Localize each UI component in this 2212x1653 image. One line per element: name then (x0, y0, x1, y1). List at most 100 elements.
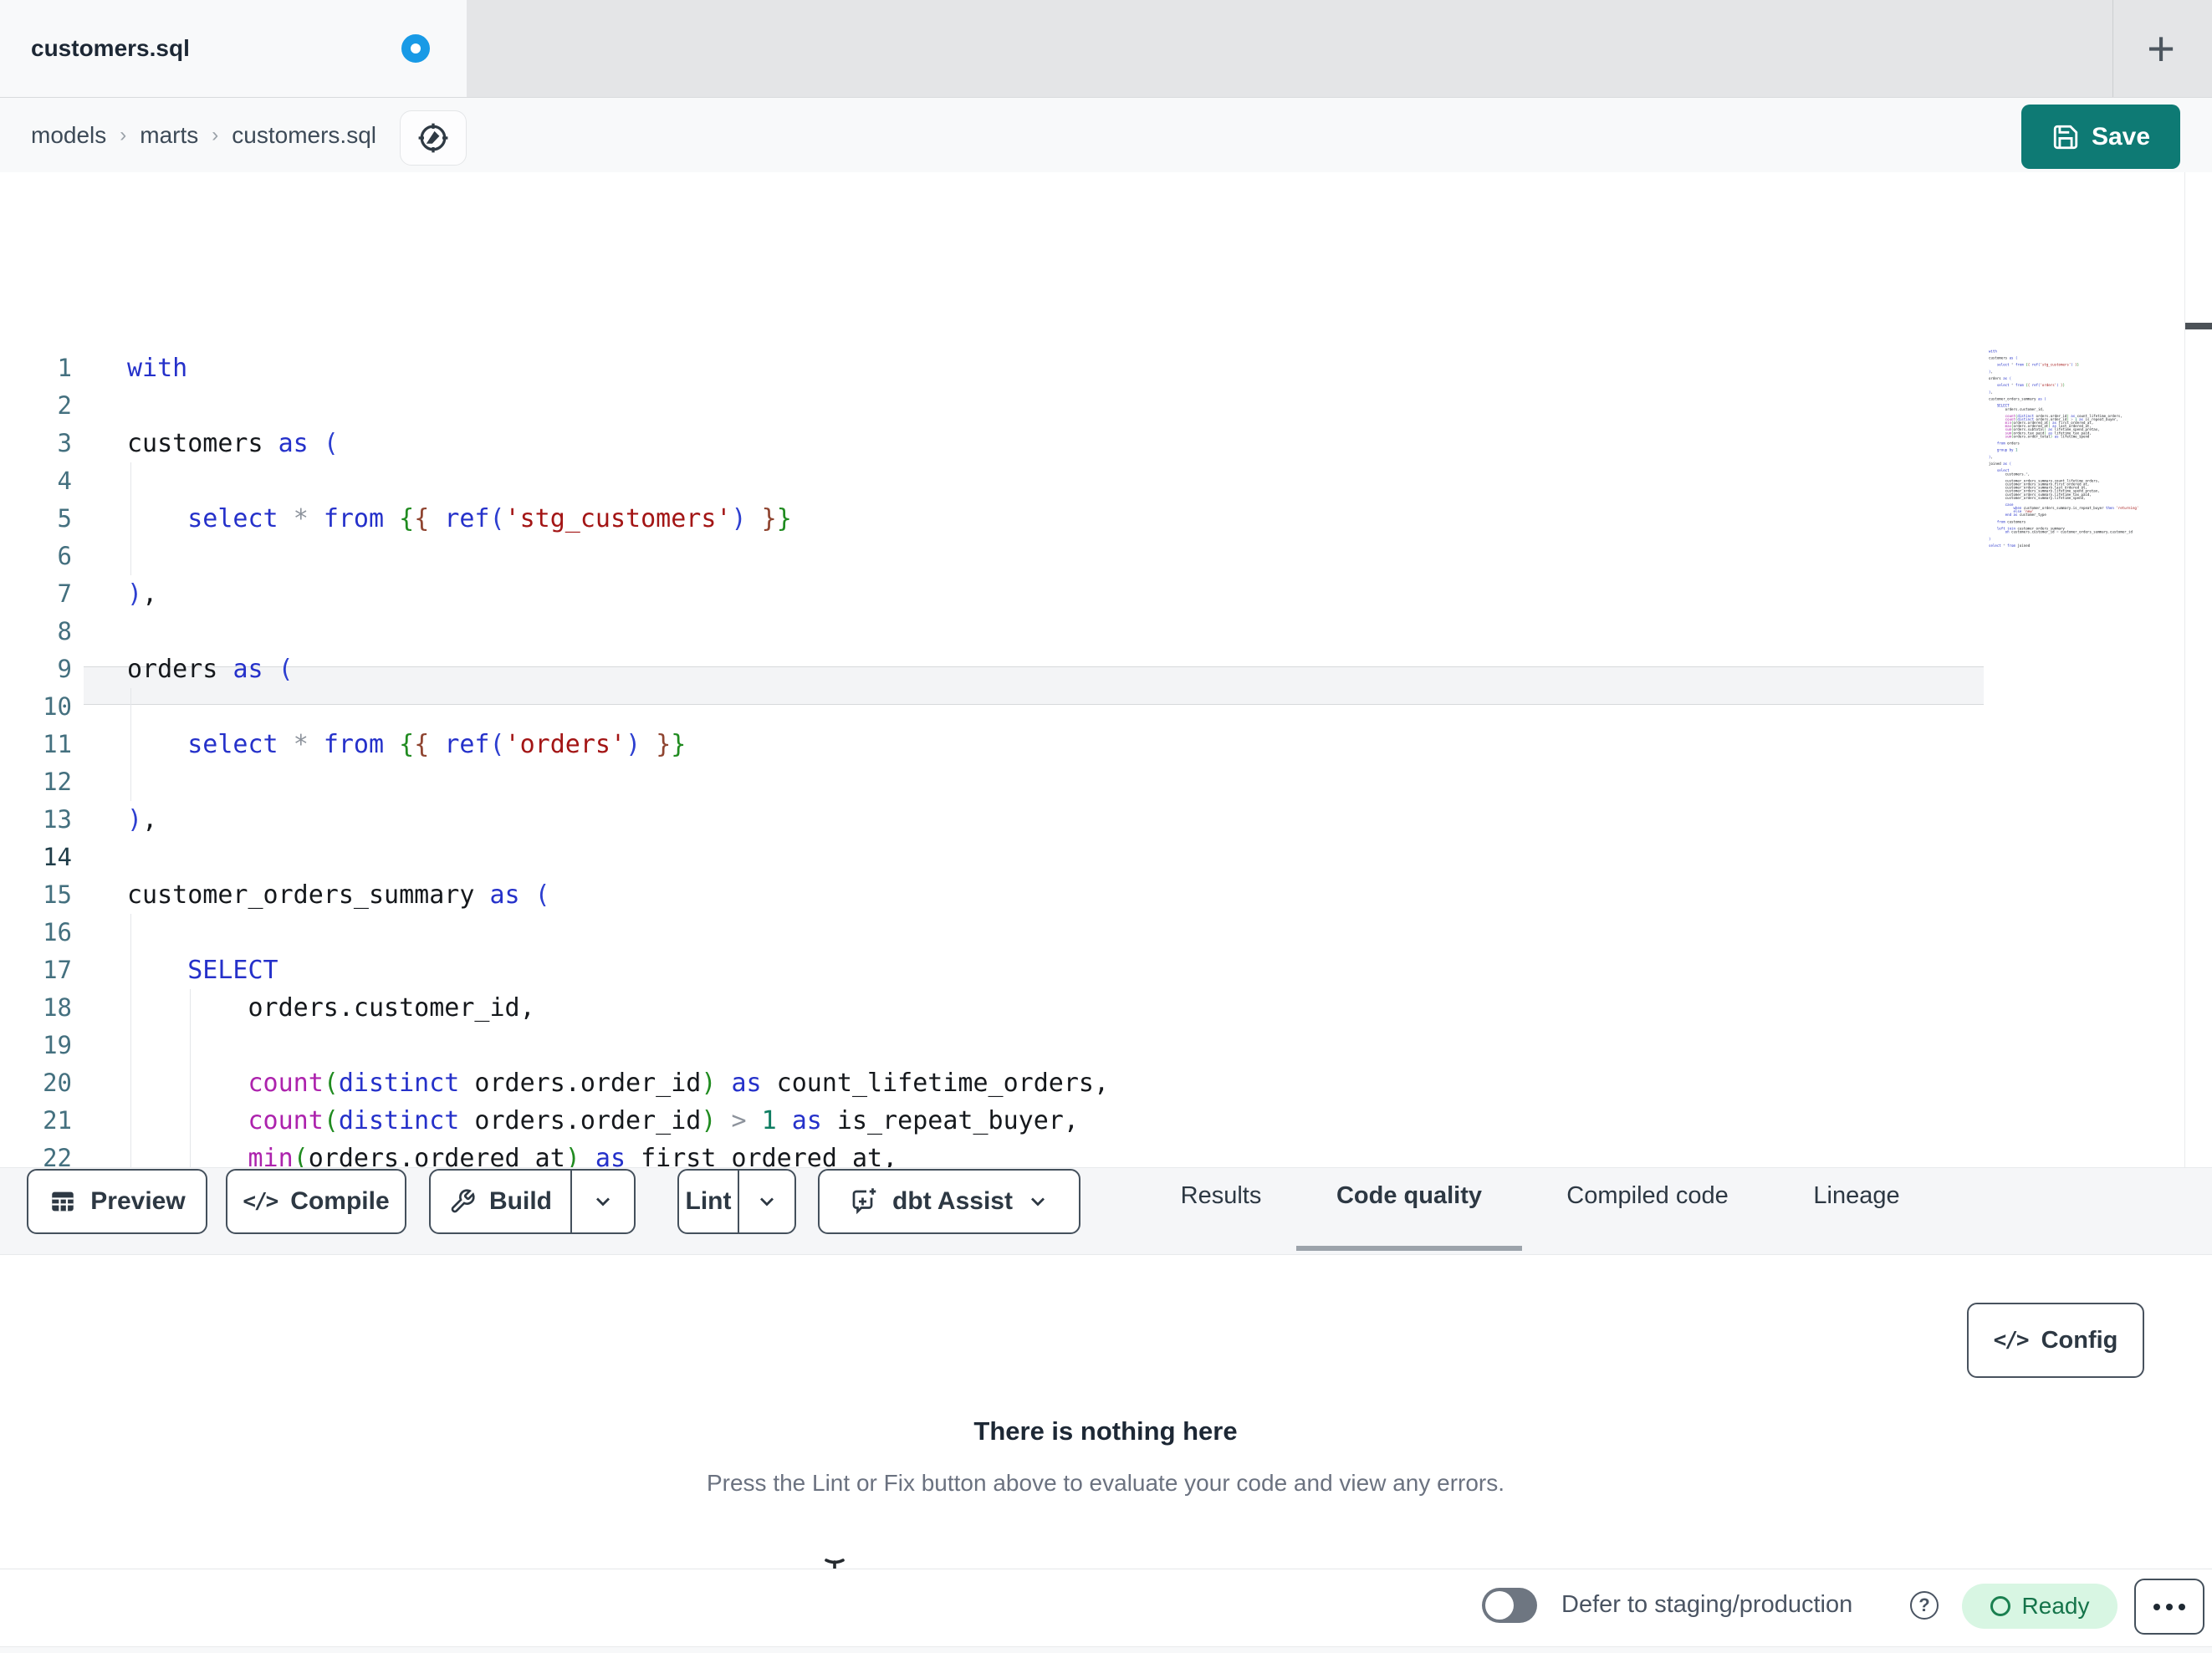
chevron-down-icon (596, 1197, 610, 1207)
toggle-knob (1485, 1591, 1514, 1620)
line-number[interactable]: 4 (0, 462, 72, 500)
code-token: orders.customer_id, (127, 993, 535, 1023)
code-line-15[interactable]: 15 customer_orders_summary as ( (0, 876, 1984, 914)
config-label: Config (2041, 1326, 2118, 1354)
code-editor[interactable]: 1 with 2 3 customers as (4 5 select * from {{… (0, 172, 2212, 1328)
line-number[interactable]: 13 (0, 801, 72, 839)
save-button[interactable]: Save (2021, 105, 2180, 169)
dbt-ide-window: customers.sql + models › marts › custome… (0, 0, 2212, 1653)
line-number[interactable]: 12 (0, 763, 72, 801)
line-number[interactable]: 6 (0, 538, 72, 575)
breadcrumb-models[interactable]: models (31, 122, 106, 149)
help-icon[interactable]: ? (1910, 1591, 1939, 1620)
code-token: , (2027, 472, 2031, 477)
line-number[interactable]: 20 (0, 1064, 72, 1102)
editor-scrollbar[interactable] (2184, 172, 2212, 1167)
code-token: from (323, 504, 385, 533)
code-token: customer_orders_summary (1989, 396, 2038, 401)
tab-lineage[interactable]: Lineage (1813, 1182, 1899, 1210)
code-token: orders.order_id (459, 1106, 702, 1135)
tab-results[interactable]: Results (1181, 1182, 1262, 1210)
code-line-12[interactable]: 12 (0, 763, 1984, 801)
code-quality-panel (0, 1255, 2212, 1569)
preview-button[interactable]: Preview (27, 1169, 207, 1234)
line-number[interactable]: 11 (0, 726, 72, 763)
plus-icon: + (2147, 21, 2175, 76)
lint-dropdown-button[interactable] (739, 1171, 794, 1232)
code-token: ( (278, 655, 294, 684)
code-line-20[interactable]: 20 count(distinct orders.order_id) as co… (0, 1064, 1984, 1102)
line-number[interactable]: 1 (0, 349, 72, 387)
new-tab-button[interactable]: + (2131, 18, 2191, 79)
code-line-3[interactable]: 3 customers as ( (0, 425, 1984, 462)
code-line-1[interactable]: 1 with (0, 349, 1984, 387)
line-number[interactable]: 18 (0, 989, 72, 1027)
chevron-right-icon: › (120, 123, 127, 146)
code-line-19[interactable]: 19 (0, 1027, 1984, 1064)
line-content: count(distinct orders.order_id) as count… (127, 1069, 1110, 1098)
empty-state-subtitle: Press the Lint or Fix button above to ev… (706, 1470, 1505, 1496)
defer-toggle[interactable] (1482, 1588, 1537, 1623)
code-line-2[interactable]: 2 (0, 387, 1984, 425)
code-token: distinct (338, 1069, 460, 1098)
code-token: customer_orders_summary.customer_id (2058, 529, 2133, 534)
tab-customers-sql[interactable]: customers.sql (0, 0, 467, 97)
line-number[interactable]: 17 (0, 951, 72, 989)
line-number[interactable]: 21 (0, 1102, 72, 1140)
code-line-10[interactable]: 10 (0, 688, 1984, 726)
line-number[interactable]: 3 (0, 425, 72, 462)
code-line-6[interactable]: 6 (0, 538, 1984, 575)
line-number[interactable]: 15 (0, 876, 72, 914)
code-token: 1 (761, 1106, 777, 1135)
line-number[interactable]: 10 (0, 688, 72, 726)
line-number[interactable]: 14 (0, 839, 72, 876)
config-button[interactable]: </> Config (1967, 1303, 2144, 1378)
code-token: , (1990, 390, 1993, 395)
dbt-assist-button[interactable]: dbt Assist (818, 1169, 1080, 1234)
line-number[interactable]: 9 (0, 650, 72, 688)
code-token: ) (626, 730, 641, 759)
code-line-16[interactable]: 16 (0, 914, 1984, 951)
code-line-5[interactable]: 5 select * from {{ ref('stg_customers') … (0, 500, 1984, 538)
code-token: customers (2005, 519, 2026, 524)
line-number[interactable]: 8 (0, 613, 72, 650)
navigate-button[interactable] (400, 110, 467, 166)
code-line-14[interactable]: 14 (0, 839, 1984, 876)
line-number[interactable]: 5 (0, 500, 72, 538)
code-token: ref (2031, 362, 2038, 367)
line-number[interactable]: 7 (0, 575, 72, 613)
tab-code-quality[interactable]: Code quality (1336, 1182, 1482, 1210)
code-line-17[interactable]: 17 SELECT (0, 951, 1984, 989)
editor-tab-bar: customers.sql + (0, 0, 2212, 98)
build-button[interactable]: Build (431, 1171, 570, 1232)
breadcrumb-customers-sql[interactable]: customers.sql (232, 122, 376, 149)
code-line-4[interactable]: 4 (0, 462, 1984, 500)
line-number[interactable]: 16 (0, 914, 72, 951)
table-icon (52, 1191, 74, 1212)
ellipsis-icon (2179, 1603, 2185, 1610)
build-dropdown-button[interactable] (572, 1171, 634, 1232)
code-line-11[interactable]: 11 select * from {{ ref('orders') }} (0, 726, 1984, 763)
code-line-21[interactable]: 21 count(distinct orders.order_id) > 1 a… (0, 1102, 1984, 1140)
code-line-7[interactable]: 7), (0, 575, 1984, 613)
tab-compiled-code[interactable]: Compiled code (1566, 1182, 1728, 1210)
line-number[interactable]: 19 (0, 1027, 72, 1064)
code-line-8[interactable]: 8 (0, 613, 1984, 650)
ready-label: Ready (2021, 1593, 2090, 1619)
defer-label: Defer to staging/production (1561, 1591, 1853, 1618)
compile-button[interactable]: </> Compile (226, 1169, 406, 1234)
more-options-button[interactable] (2134, 1579, 2204, 1635)
breadcrumb-marts[interactable]: marts (140, 122, 198, 149)
code-line-9[interactable]: 9 orders as ( (0, 650, 1984, 688)
lint-button[interactable]: Lint (679, 1171, 738, 1232)
code-line-13[interactable]: 13), (0, 801, 1984, 839)
scrollbar-thumb[interactable] (2185, 323, 2212, 329)
code-line-18[interactable]: 18 orders.customer_id, (0, 989, 1984, 1027)
ready-status-badge[interactable]: Ready (1962, 1584, 2117, 1629)
line-number[interactable]: 2 (0, 387, 72, 425)
code-token: ( (2009, 376, 2012, 381)
